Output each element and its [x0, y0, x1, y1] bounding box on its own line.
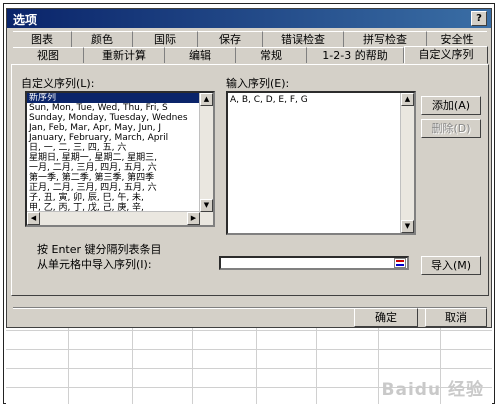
- worksheet-grid: Baidu 经验: [6, 328, 492, 404]
- custom-lists-listbox[interactable]: 新序列 Sun, Mon, Tue, Wed, Thu, Fri, S Sund…: [25, 91, 215, 227]
- list-vertical-scrollbar[interactable]: ▲ ▼: [199, 93, 213, 225]
- tab-error-checking[interactable]: 错误检查: [263, 31, 344, 47]
- help-button[interactable]: ?: [471, 11, 487, 26]
- cancel-button[interactable]: 取消: [425, 308, 487, 327]
- tab-security[interactable]: 安全性: [427, 31, 487, 47]
- scroll-down-arrow-icon[interactable]: ▼: [401, 220, 414, 233]
- tab-chart[interactable]: 图表: [13, 31, 72, 47]
- range-select-icon[interactable]: [394, 258, 406, 268]
- list-item[interactable]: 第一季, 第二季, 第三季, 第四季: [27, 173, 213, 183]
- tab-general[interactable]: 常规: [236, 47, 307, 63]
- scroll-up-arrow-icon[interactable]: ▲: [401, 93, 414, 106]
- enter-hint: 按 Enter 键分隔列表条目: [37, 243, 162, 256]
- list-item[interactable]: 日, 一, 二, 三, 四, 五, 六: [27, 143, 213, 153]
- grid-col-line: [68, 328, 69, 404]
- grid-col-line: [316, 328, 317, 404]
- dialog-title: 选项: [13, 13, 38, 27]
- tab-edit[interactable]: 编辑: [165, 47, 236, 63]
- list-item[interactable]: 星期日, 星期一, 星期二, 星期三,: [27, 153, 213, 163]
- entries-vertical-scrollbar[interactable]: ▲ ▼: [400, 93, 414, 233]
- tab-view[interactable]: 视图: [13, 47, 84, 63]
- tab-international[interactable]: 国际: [133, 31, 198, 47]
- scroll-down-arrow-icon[interactable]: ▼: [200, 199, 213, 212]
- grid-col-line: [256, 328, 257, 404]
- list-item[interactable]: Sun, Mon, Tue, Wed, Thu, Fri, S: [27, 103, 213, 113]
- import-button[interactable]: 导入(M): [421, 256, 481, 275]
- tab-color[interactable]: 颜色: [72, 31, 133, 47]
- import-range-input[interactable]: [219, 256, 409, 270]
- scroll-right-arrow-icon[interactable]: ▶: [187, 212, 200, 225]
- scroll-up-arrow-icon[interactable]: ▲: [200, 93, 213, 106]
- tab-save[interactable]: 保存: [198, 31, 263, 47]
- entries-label: 输入序列(E):: [226, 77, 290, 90]
- tab-spelling[interactable]: 拼写检查: [344, 31, 427, 47]
- list-item[interactable]: 子, 丑, 寅, 卯, 辰, 巳, 午, 未,: [27, 193, 213, 203]
- entries-text: A, B, C, D, E, F, G: [230, 95, 308, 105]
- tab-calculation[interactable]: 重新计算: [84, 47, 165, 63]
- list-item[interactable]: Jan, Feb, Mar, Apr, May, Jun, J: [27, 123, 213, 133]
- list-item[interactable]: Sunday, Monday, Tuesday, Wednes: [27, 113, 213, 123]
- tab-lotus-help[interactable]: 1-2-3 的帮助: [307, 47, 404, 63]
- list-horizontal-scrollbar[interactable]: ◀ ▶: [27, 211, 200, 225]
- custom-lists-label: 自定义序列(L):: [21, 77, 95, 90]
- delete-button[interactable]: 删除(D): [421, 119, 481, 138]
- title-bar: 选项 ?: [7, 9, 491, 28]
- watermark-logo: Baidu 经验: [381, 380, 484, 400]
- list-item[interactable]: 一月, 二月, 三月, 四月, 五月, 六: [27, 163, 213, 173]
- tab-custom-lists[interactable]: 自定义序列: [404, 46, 488, 64]
- list-item[interactable]: January, February, March, April: [27, 133, 213, 143]
- options-dialog: 选项 ? 图表 颜色 国际 保存 错误检查 拼写检查 安全性 视图 重新计算 编…: [6, 8, 492, 328]
- list-item[interactable]: 新序列: [27, 93, 213, 103]
- grid-row-line: [6, 368, 492, 369]
- list-item[interactable]: 正月, 二月, 三月, 四月, 五月, 六: [27, 183, 213, 193]
- grid-row-line: [6, 330, 492, 331]
- add-button[interactable]: 添加(A): [421, 96, 481, 115]
- list-entries-textarea[interactable]: A, B, C, D, E, F, G ▲ ▼: [226, 91, 416, 235]
- grid-row-line: [6, 349, 492, 350]
- grid-col-line: [132, 328, 133, 404]
- grid-col-line: [192, 328, 193, 404]
- import-label: 从单元格中导入序列(I):: [37, 258, 152, 271]
- ok-button[interactable]: 确定: [354, 308, 418, 327]
- scroll-left-arrow-icon[interactable]: ◀: [27, 212, 40, 225]
- grid-col-line: [378, 328, 379, 404]
